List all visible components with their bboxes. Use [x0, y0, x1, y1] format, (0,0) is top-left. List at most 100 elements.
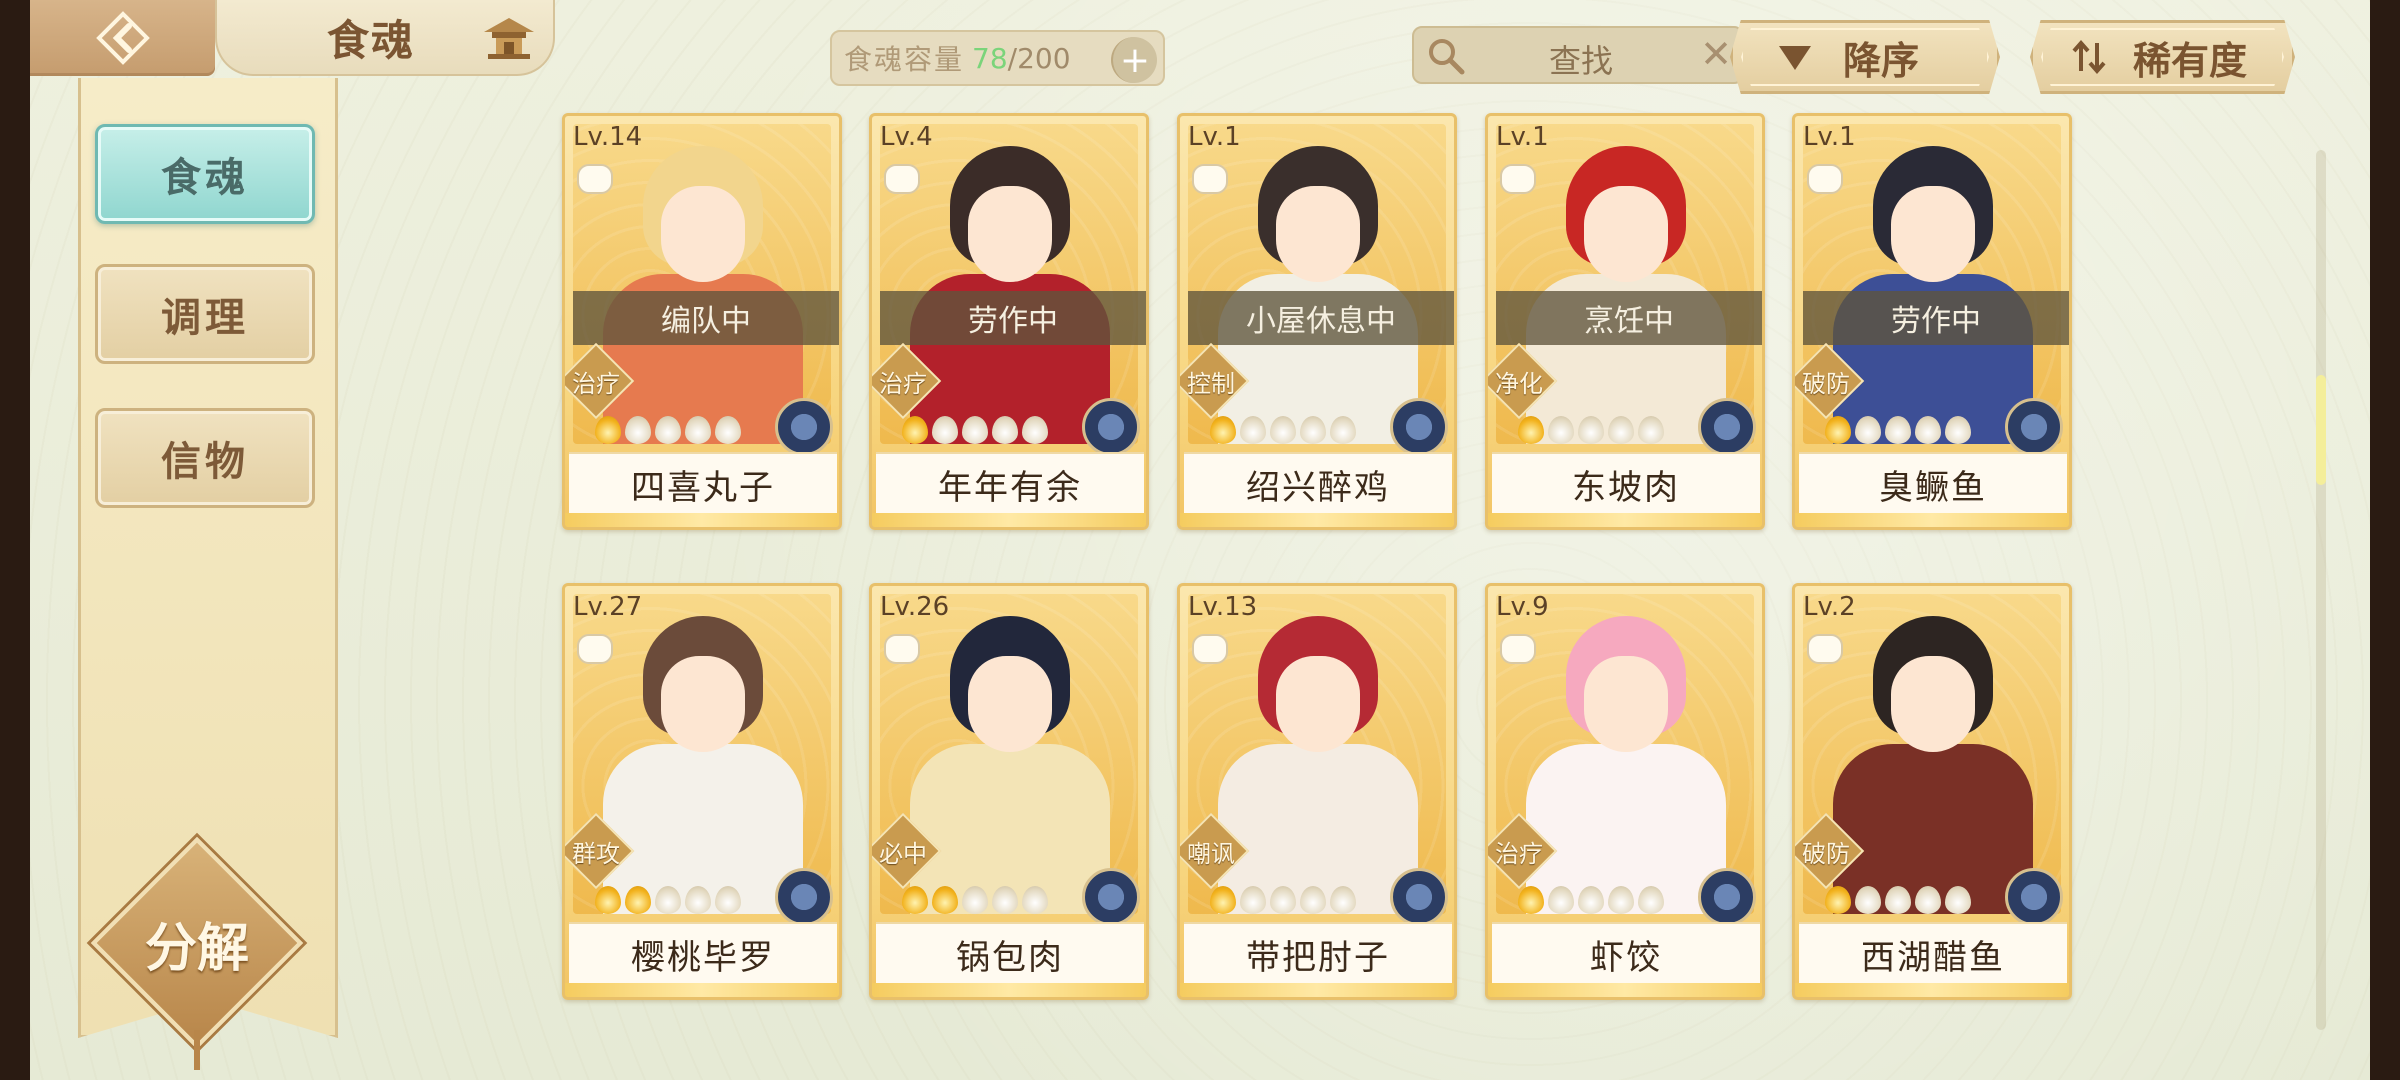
- equipment-slot-icon: [1192, 164, 1228, 194]
- food-soul-card[interactable]: Lv.2 破防 西湖醋鱼: [1792, 583, 2072, 1000]
- card-bottom-stripe: [872, 513, 1146, 527]
- tab-cooking[interactable]: 调理: [95, 264, 315, 364]
- element-emblem-icon: [775, 868, 833, 926]
- flame-star-icon: [1240, 886, 1266, 914]
- character-face: [661, 656, 745, 752]
- screen-edge-left: [0, 0, 30, 1080]
- star-rating: [1518, 416, 1664, 446]
- card-level: Lv.4: [880, 122, 933, 152]
- flame-star-icon: [1330, 416, 1356, 444]
- star-rating: [902, 416, 1048, 446]
- star-rating: [1210, 416, 1356, 446]
- card-level: Lv.2: [1803, 592, 1856, 622]
- flame-star-icon: [992, 416, 1018, 444]
- flame-star-icon: [1608, 416, 1634, 444]
- card-level: Lv.27: [573, 592, 643, 622]
- flame-star-icon: [595, 416, 621, 444]
- page-title: 食魂: [327, 15, 416, 65]
- card-bottom-stripe: [1795, 513, 2069, 527]
- flame-star-icon: [962, 886, 988, 914]
- decompose-label[interactable]: 分解: [122, 868, 272, 1018]
- card-level: Lv.9: [1496, 592, 1549, 622]
- star-rating: [902, 886, 1048, 916]
- character-face: [1891, 186, 1975, 282]
- equipment-slot-icon: [884, 634, 920, 664]
- flame-star-icon: [1915, 886, 1941, 914]
- element-emblem-icon: [2005, 398, 2063, 456]
- character-face: [968, 656, 1052, 752]
- star-rating: [1518, 886, 1664, 916]
- flame-star-icon: [1548, 886, 1574, 914]
- capacity-indicator: 食魂容量 78 / 200 +: [830, 30, 1165, 86]
- character-face: [1584, 186, 1668, 282]
- food-soul-card[interactable]: Lv.13 嘲讽 带把肘子: [1177, 583, 1457, 1000]
- food-soul-card[interactable]: Lv.14 编队中 治疗 四喜丸子: [562, 113, 842, 530]
- role-label: 治疗: [572, 369, 620, 398]
- star-rating: [1825, 886, 1971, 916]
- food-soul-card[interactable]: Lv.1 小屋休息中 控制 绍兴醉鸡: [1177, 113, 1457, 530]
- flame-star-icon: [1825, 416, 1851, 444]
- food-soul-card[interactable]: Lv.26 必中 锅包肉: [869, 583, 1149, 1000]
- food-soul-card[interactable]: Lv.27 群攻 樱桃毕罗: [562, 583, 842, 1000]
- star-rating: [1210, 886, 1356, 916]
- flame-star-icon: [1518, 416, 1544, 444]
- flame-star-icon: [1825, 886, 1851, 914]
- sort-filter-button[interactable]: 稀有度: [2030, 20, 2295, 94]
- search-input[interactable]: 查找 ✕: [1412, 26, 1744, 84]
- scrollbar[interactable]: [2316, 150, 2326, 1030]
- flame-star-icon: [1885, 886, 1911, 914]
- card-status-banner: 劳作中: [880, 291, 1146, 345]
- element-emblem-icon: [1082, 868, 1140, 926]
- tab-tokens[interactable]: 信物: [95, 408, 315, 508]
- tassel-ornament: [194, 1030, 200, 1070]
- tab-food-soul-label: 食魂: [161, 154, 249, 201]
- back-arrow-icon: [95, 11, 150, 65]
- card-level: Lv.14: [573, 122, 643, 152]
- flame-star-icon: [715, 886, 741, 914]
- element-emblem-icon: [2005, 868, 2063, 926]
- food-soul-card[interactable]: Lv.1 烹饪中 净化 东坡肉: [1485, 113, 1765, 530]
- card-bottom-stripe: [1795, 983, 2069, 997]
- character-face: [968, 186, 1052, 282]
- flame-star-icon: [1022, 416, 1048, 444]
- card-level: Lv.13: [1188, 592, 1258, 622]
- element-emblem-icon: [775, 398, 833, 456]
- character-face: [1584, 656, 1668, 752]
- element-emblem-icon: [1082, 398, 1140, 456]
- food-soul-card[interactable]: Lv.1 劳作中 破防 臭鳜鱼: [1792, 113, 2072, 530]
- card-status-banner: 小屋休息中: [1188, 291, 1454, 345]
- equipment-slot-icon: [577, 164, 613, 194]
- character-face: [661, 186, 745, 282]
- flame-star-icon: [715, 416, 741, 444]
- tab-food-soul[interactable]: 食魂: [95, 124, 315, 224]
- role-label: 净化: [1495, 369, 1543, 398]
- flame-star-icon: [1945, 886, 1971, 914]
- flame-star-icon: [1915, 416, 1941, 444]
- food-soul-card[interactable]: Lv.9 治疗 虾饺: [1485, 583, 1765, 1000]
- equipment-slot-icon: [1500, 634, 1536, 664]
- flame-star-icon: [962, 416, 988, 444]
- food-soul-card[interactable]: Lv.4 劳作中 治疗 年年有余: [869, 113, 1149, 530]
- flame-star-icon: [902, 886, 928, 914]
- sort-order-button[interactable]: 降序: [1730, 20, 2000, 94]
- role-label: 群攻: [572, 839, 620, 868]
- card-level: Lv.26: [880, 592, 950, 622]
- card-status-banner: 烹饪中: [1496, 291, 1762, 345]
- back-button[interactable]: [30, 0, 215, 76]
- search-placeholder: 查找: [1549, 42, 1614, 80]
- clear-icon[interactable]: ✕: [1700, 32, 1732, 76]
- role-label: 必中: [879, 839, 927, 868]
- card-bottom-stripe: [1488, 513, 1762, 527]
- element-emblem-icon: [1390, 398, 1448, 456]
- card-bottom-stripe: [872, 983, 1146, 997]
- role-label: 治疗: [879, 369, 927, 398]
- add-capacity-button[interactable]: +: [1111, 37, 1157, 83]
- flame-star-icon: [1330, 886, 1356, 914]
- card-status-banner: 劳作中: [1803, 291, 2069, 345]
- flame-star-icon: [625, 886, 651, 914]
- scrollbar-thumb[interactable]: [2316, 375, 2326, 485]
- pavilion-home-icon[interactable]: [480, 14, 538, 62]
- star-rating: [1825, 416, 1971, 446]
- flame-star-icon: [655, 886, 681, 914]
- card-name: 臭鳜鱼: [1799, 452, 2067, 514]
